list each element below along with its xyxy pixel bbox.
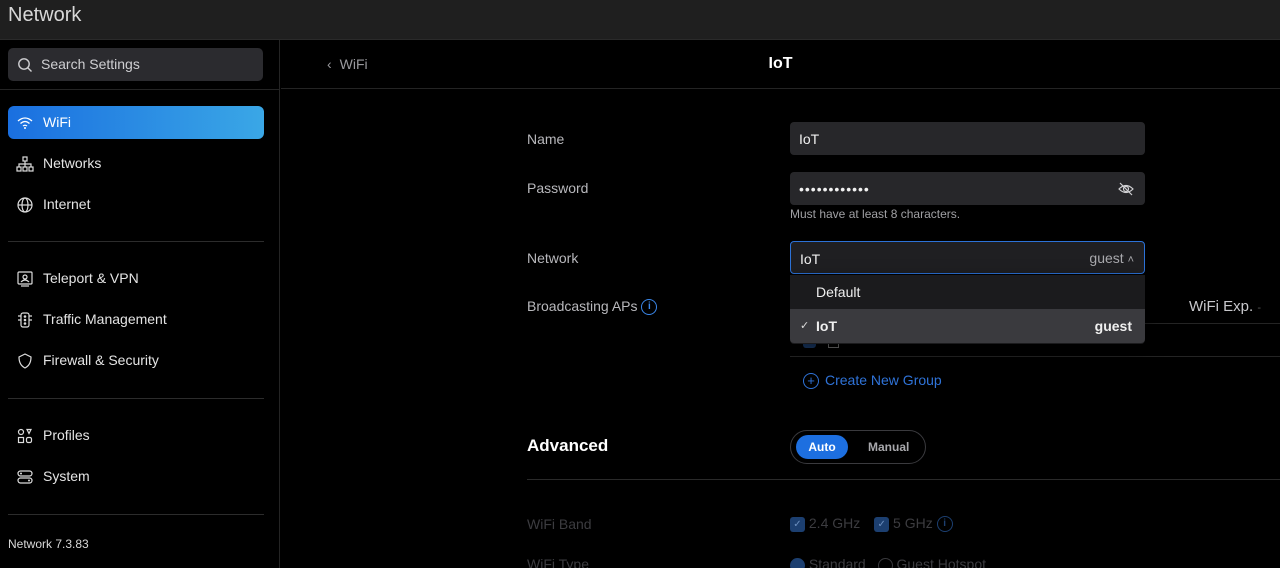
divider <box>527 479 1280 480</box>
sidebar-item-label: Teleport & VPN <box>43 270 139 286</box>
option-label: Default <box>816 284 861 300</box>
network-tree-icon <box>16 156 34 172</box>
option-label: IoT <box>816 318 837 334</box>
broadcasting-label: Broadcasting APs i <box>527 298 658 316</box>
wifi-type-options: Standard Guest Hotspot <box>790 556 986 568</box>
content-header: ‹ WiFi IoT <box>281 40 1280 89</box>
traffic-icon <box>18 312 32 328</box>
sidebar-item-internet[interactable]: Internet <box>8 188 264 221</box>
search-placeholder: Search Settings <box>41 56 140 72</box>
divider <box>8 514 264 515</box>
page-title: IoT <box>768 55 793 72</box>
sidebar-item-label: Profiles <box>43 427 90 443</box>
password-value: •••••••••••• <box>799 181 870 197</box>
network-option-iot[interactable]: ✓ IoT guest <box>790 309 1145 343</box>
password-label: Password <box>527 180 589 196</box>
sidebar-item-label: Traffic Management <box>43 311 167 327</box>
sidebar: Search Settings WiFi Networks Internet T… <box>0 40 280 568</box>
sidebar-item-label: WiFi <box>43 114 71 130</box>
divider <box>0 89 280 90</box>
shield-icon <box>18 353 32 369</box>
network-select[interactable]: IoT guest ˄ <box>790 241 1145 274</box>
band-24-label: 2.4 GHz <box>808 515 861 531</box>
sidebar-item-system[interactable]: System <box>8 460 264 493</box>
checkbox-24ghz[interactable]: ✓ <box>790 516 805 532</box>
app-title: Network <box>8 4 82 26</box>
sidebar-item-profiles[interactable]: Profiles <box>8 419 264 452</box>
wifi-exp-column[interactable]: WiFi Exp. - <box>1189 298 1261 315</box>
sidebar-item-traffic-management[interactable]: Traffic Management <box>8 303 264 336</box>
name-label: Name <box>527 131 565 147</box>
sidebar-item-wifi[interactable]: WiFi <box>8 106 264 139</box>
search-icon <box>18 58 32 72</box>
info-icon[interactable]: i <box>641 299 658 316</box>
network-dropdown: Default ✓ IoT guest <box>790 275 1145 344</box>
wifi-type-label: WiFi Type <box>527 556 589 568</box>
network-value: IoT <box>800 251 821 267</box>
wifi-band-label: WiFi Band <box>527 516 592 532</box>
type-guest-label: Guest Hotspot <box>896 556 987 568</box>
sidebar-item-label: System <box>43 468 90 484</box>
system-icon <box>17 470 33 484</box>
version-label: Network 7.3.83 <box>8 537 89 551</box>
divider <box>8 398 264 399</box>
profiles-icon <box>17 428 33 444</box>
sidebar-item-label: Internet <box>43 196 91 212</box>
network-label: Network <box>527 250 579 266</box>
sidebar-item-firewall-security[interactable]: Firewall & Security <box>8 344 264 377</box>
search-input[interactable]: Search Settings <box>8 48 263 81</box>
checkbox-5ghz[interactable]: ✓ <box>874 516 890 532</box>
chevron-up-icon: ˄ <box>1127 254 1134 266</box>
advanced-mode-toggle: Auto Manual <box>790 430 926 464</box>
teleport-icon <box>17 271 33 287</box>
sidebar-item-teleport-vpn[interactable]: Teleport & VPN <box>8 262 264 295</box>
divider <box>790 356 1280 357</box>
radio-guest-hotspot[interactable] <box>877 557 893 568</box>
sidebar-item-networks[interactable]: Networks <box>8 147 264 180</box>
option-tag: guest <box>1094 318 1132 334</box>
name-input[interactable]: IoT <box>790 122 1145 155</box>
network-tag: guest ˄ <box>1089 250 1134 266</box>
mode-manual-button[interactable]: Manual <box>868 440 909 454</box>
band-5-label: 5 GHz <box>893 515 933 531</box>
create-group-button[interactable]: + Create New Group <box>803 372 942 390</box>
password-input[interactable]: •••••••••••• <box>790 172 1145 205</box>
app-titlebar: Network <box>0 0 1280 40</box>
type-standard-label: Standard <box>808 556 866 568</box>
wifi-icon <box>17 117 33 129</box>
eye-off-icon[interactable] <box>1117 180 1135 198</box>
plus-circle-icon: + <box>803 373 819 390</box>
globe-icon <box>17 197 33 213</box>
check-icon: ✓ <box>800 320 810 332</box>
advanced-heading: Advanced <box>527 436 609 455</box>
password-hint: Must have at least 8 characters. <box>790 207 961 221</box>
sidebar-item-label: Networks <box>43 155 102 171</box>
sidebar-item-label: Firewall & Security <box>43 352 159 368</box>
wifi-band-options: ✓ 2.4 GHz ✓ 5 GHz i <box>790 515 953 533</box>
radio-standard[interactable] <box>790 557 805 568</box>
divider <box>8 241 264 242</box>
mode-auto-button[interactable]: Auto <box>796 435 848 459</box>
info-icon[interactable]: i <box>936 516 953 533</box>
network-option-default[interactable]: Default <box>790 275 1145 309</box>
name-value: IoT <box>799 131 820 147</box>
